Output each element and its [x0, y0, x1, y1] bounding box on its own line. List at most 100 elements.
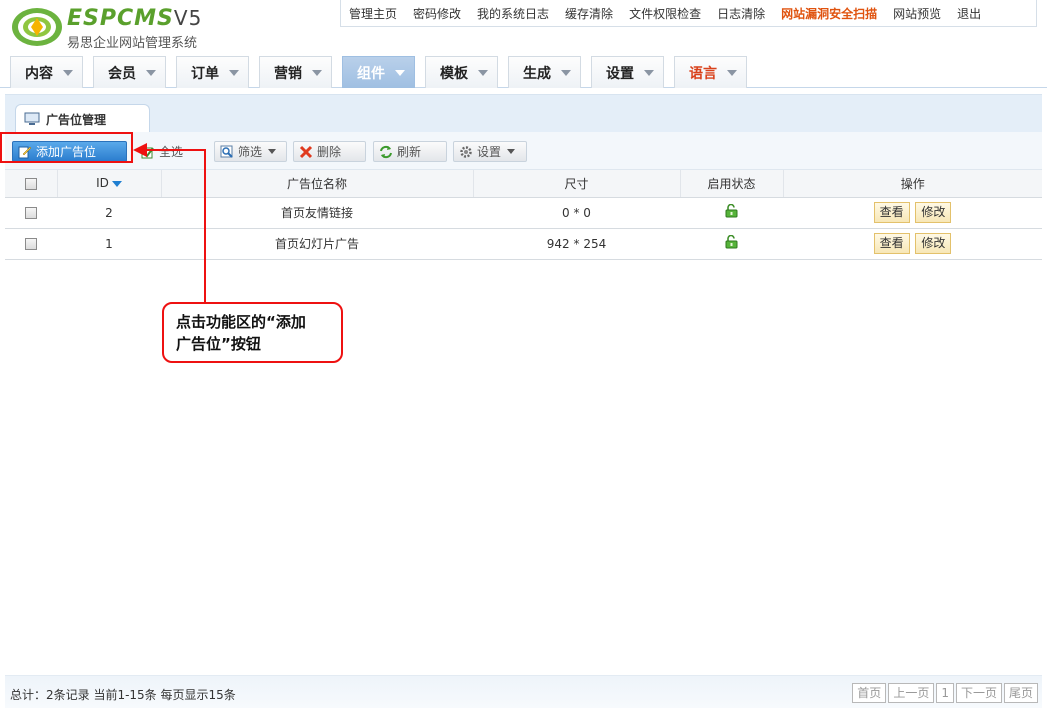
- chevron-down-icon: [229, 69, 239, 76]
- table-header-row: ID 广告位名称 尺寸 启用状态 操作: [5, 170, 1042, 198]
- tab-generate[interactable]: 生成: [508, 56, 581, 88]
- topnav-file-perm[interactable]: 文件权限检查: [621, 5, 709, 22]
- topnav-home[interactable]: 管理主页: [341, 5, 405, 22]
- select-all-label: 全选: [159, 145, 184, 159]
- chevron-down-icon: [727, 69, 737, 76]
- topnav-my-logs[interactable]: 我的系统日志: [469, 5, 557, 22]
- edit-button[interactable]: 修改: [915, 233, 952, 254]
- main-nav: 内容 会员 订单 营销 组件 模板 生成 设置 语言: [0, 55, 1047, 88]
- tab-member[interactable]: 会员: [93, 56, 166, 88]
- chevron-down-icon: [146, 69, 156, 76]
- row-size: 942 * 254: [473, 228, 680, 260]
- row-size: 0 * 0: [473, 197, 680, 229]
- logo[interactable]: ESPCMSV5 易思企业网站管理系统: [10, 4, 230, 51]
- tab-marketing[interactable]: 营销: [259, 56, 332, 88]
- footer-bar: 总计：2条记录 当前1-15条 每页显示15条 首页 上一页 1 下一页 尾页: [5, 675, 1042, 708]
- settings-button[interactable]: 设置: [453, 141, 527, 162]
- pagination: 首页 上一页 1 下一页 尾页: [850, 683, 1038, 703]
- header-id-label: ID: [96, 176, 109, 191]
- topnav-security-scan[interactable]: 网站漏洞安全扫描: [773, 5, 885, 22]
- select-all-checkbox[interactable]: [24, 177, 37, 190]
- row-checkbox[interactable]: [25, 238, 37, 250]
- tab-templates[interactable]: 模板: [425, 56, 498, 88]
- tab-components[interactable]: 组件: [342, 56, 415, 88]
- instruction-callout: 点击功能区的“添加 广告位”按钮: [162, 302, 343, 363]
- filter-button[interactable]: 筛选: [214, 141, 287, 162]
- monitor-icon: [24, 112, 40, 125]
- header-size: 尺寸: [472, 170, 680, 198]
- section-tab-label: 广告位管理: [46, 112, 107, 127]
- app-root: ESPCMSV5 易思企业网站管理系统 管理主页 密码修改 我的系统日志 缓存清…: [0, 0, 1047, 712]
- filter-label: 筛选: [238, 145, 263, 159]
- tab-ad-slot-management[interactable]: 广告位管理: [15, 104, 150, 133]
- header-status: 启用状态: [679, 170, 783, 198]
- row-ops: 查看 修改: [783, 228, 1042, 260]
- tab-label: 会员: [108, 65, 136, 82]
- row-id: 1: [57, 228, 161, 260]
- page-next-button[interactable]: 下一页: [955, 683, 1002, 703]
- view-button[interactable]: 查看: [873, 202, 910, 223]
- chevron-down-icon: [312, 69, 322, 76]
- logo-brand-text: ESPCMS: [67, 6, 174, 31]
- arrow-vertical: [204, 149, 206, 303]
- logo-subtitle: 易思企业网站管理系统: [67, 36, 198, 51]
- ad-slot-table: ID 广告位名称 尺寸 启用状态 操作 2 首页友情链接 0 * 0 查看 修改…: [5, 170, 1042, 260]
- row-name: 首页友情链接: [161, 197, 473, 229]
- chevron-down-icon: [268, 149, 277, 154]
- tab-content[interactable]: 内容: [10, 56, 83, 88]
- tab-label: 设置: [606, 65, 634, 82]
- settings-label: 设置: [477, 145, 502, 159]
- topnav-clear-cache[interactable]: 缓存清除: [557, 5, 621, 22]
- toolbar: 添加广告位 全选 筛选 删除 刷新 设置: [5, 132, 1042, 170]
- row-ops: 查看 修改: [783, 197, 1042, 229]
- unlock-icon[interactable]: [725, 234, 738, 249]
- tab-label: 生成: [523, 65, 551, 82]
- row-checkbox[interactable]: [25, 207, 37, 219]
- chevron-down-icon: [561, 69, 571, 76]
- topnav-clear-logs[interactable]: 日志清除: [709, 5, 773, 22]
- chevron-down-icon: [478, 69, 488, 76]
- chevron-down-icon: [507, 149, 516, 154]
- row-checkbox-cell: [5, 228, 57, 260]
- refresh-button[interactable]: 刷新: [373, 141, 447, 162]
- tab-label: 语言: [689, 65, 717, 82]
- page-prev-button[interactable]: 上一页: [888, 683, 935, 703]
- tab-label: 订单: [191, 65, 219, 82]
- header-id[interactable]: ID: [56, 170, 161, 198]
- tab-settings[interactable]: 设置: [591, 56, 664, 88]
- row-status: [680, 228, 783, 260]
- row-name: 首页幻灯片广告: [161, 228, 473, 260]
- arrow-horizontal: [146, 149, 206, 151]
- delete-button[interactable]: 删除: [293, 141, 366, 162]
- chevron-down-icon: [63, 69, 73, 76]
- logo-version: V5: [173, 6, 203, 30]
- refresh-label: 刷新: [397, 145, 422, 159]
- arrow-head-icon: [133, 143, 147, 157]
- topnav-password[interactable]: 密码修改: [405, 5, 469, 22]
- unlock-icon[interactable]: [725, 203, 738, 218]
- page-first-button[interactable]: 首页: [852, 683, 887, 703]
- sort-desc-icon[interactable]: [111, 180, 122, 187]
- callout-line-1: 点击功能区的“添加: [176, 313, 306, 331]
- edit-button[interactable]: 修改: [915, 202, 952, 223]
- top-utility-nav: 管理主页 密码修改 我的系统日志 缓存清除 文件权限检查 日志清除 网站漏洞安全…: [340, 0, 1037, 27]
- header-checkbox-cell: [5, 170, 57, 198]
- tab-order[interactable]: 订单: [176, 56, 249, 88]
- refresh-icon: [380, 145, 392, 158]
- topnav-preview[interactable]: 网站预览: [885, 5, 949, 22]
- row-id: 2: [57, 197, 161, 229]
- filter-icon: [220, 145, 233, 158]
- topnav-logout[interactable]: 退出: [949, 5, 989, 22]
- chevron-down-icon: [644, 69, 654, 76]
- logo-brand: ESPCMSV5: [67, 6, 202, 31]
- gear-icon: [460, 145, 472, 158]
- record-summary: 总计：2条记录 当前1-15条 每页显示15条: [10, 688, 236, 702]
- delete-icon: [299, 145, 313, 158]
- row-status: [680, 197, 783, 229]
- view-button[interactable]: 查看: [873, 233, 910, 254]
- page-last-button[interactable]: 尾页: [1003, 683, 1038, 703]
- page-number-button[interactable]: 1: [936, 683, 954, 703]
- tab-language[interactable]: 语言: [674, 56, 747, 88]
- logo-mark-icon: [12, 8, 62, 46]
- delete-label: 删除: [317, 145, 342, 159]
